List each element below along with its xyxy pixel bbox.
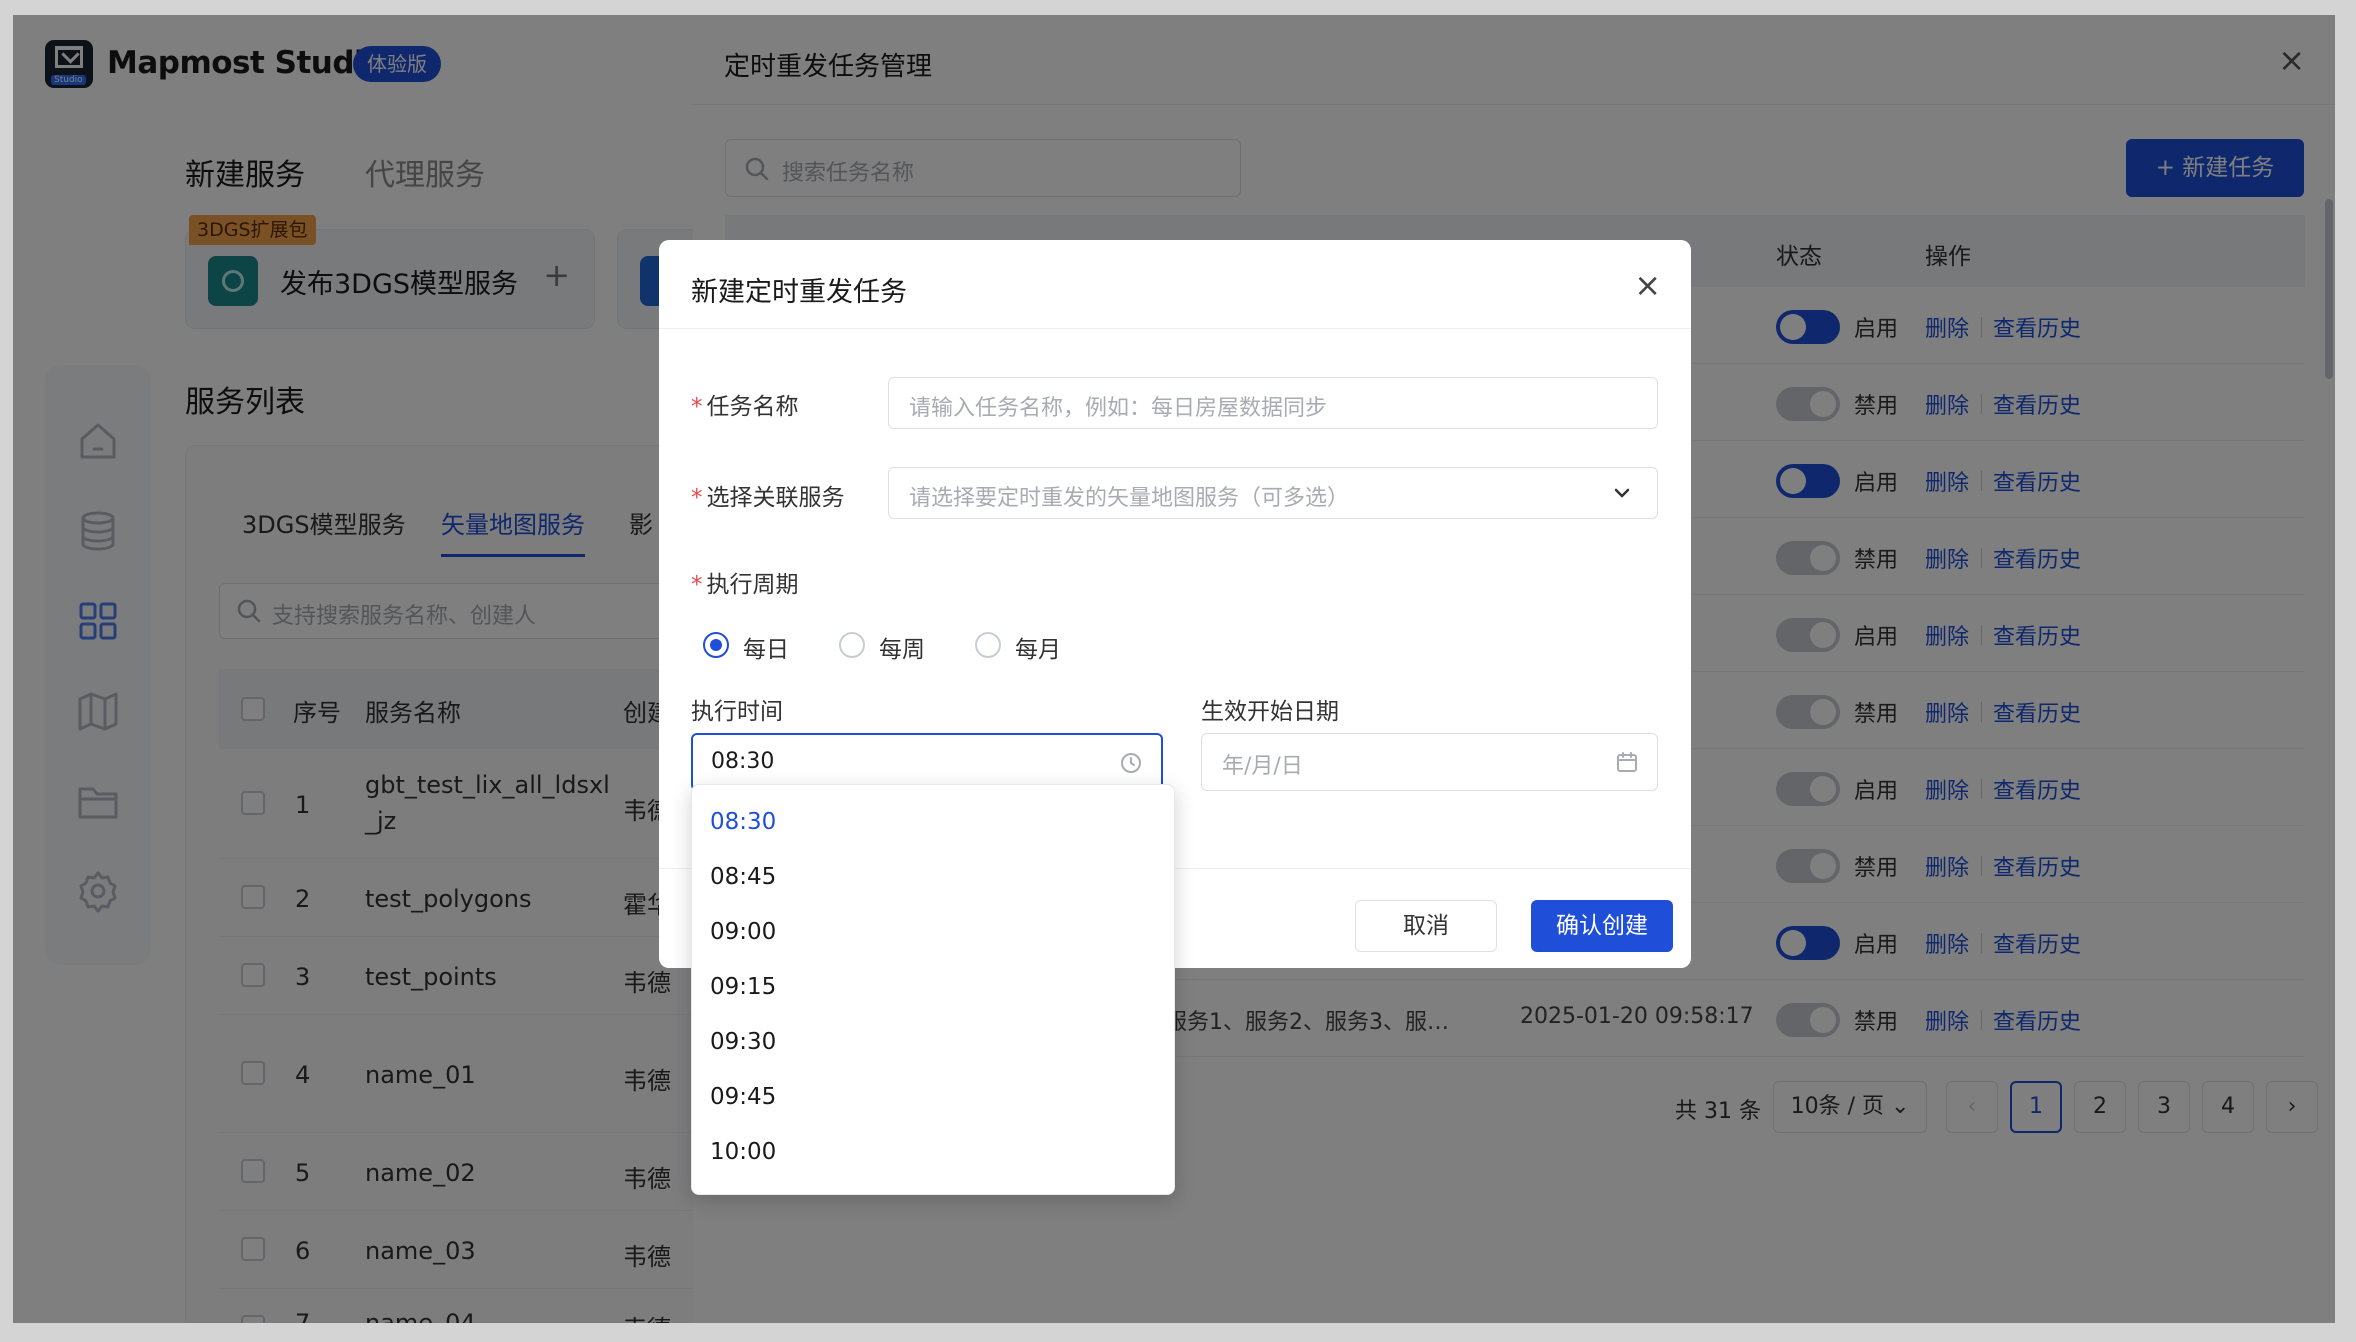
required-mark: *: [691, 572, 703, 598]
time-label: 执行时间: [691, 699, 783, 725]
cancel-button[interactable]: 取消: [1355, 900, 1497, 952]
radio-dot: [839, 632, 865, 658]
radio-dot: [975, 632, 1001, 658]
service-select[interactable]: 请选择要定时重发的矢量地图服务（可多选）: [888, 467, 1658, 519]
service-label-text: 选择关联服务: [706, 485, 845, 511]
modal-divider: [659, 328, 1691, 329]
required-mark: *: [691, 394, 703, 420]
time-option[interactable]: 10:00: [710, 1139, 776, 1165]
time-option[interactable]: 09:15: [710, 974, 776, 1000]
confirm-create-button[interactable]: 确认创建: [1531, 900, 1673, 952]
time-option[interactable]: 08:30: [710, 809, 776, 835]
chevron-down-icon: [1614, 488, 1630, 498]
task-name-input[interactable]: 请输入任务名称，例如：每日房屋数据同步: [888, 377, 1658, 429]
time-option[interactable]: 09:45: [710, 1084, 776, 1110]
period-monthly-label: 每月: [1015, 637, 1061, 663]
time-value: 08:30: [711, 749, 775, 774]
period-daily-label: 每日: [743, 637, 789, 663]
app-frame: Studio Mapmost Studio 体验版 新建服务 代理服务 发布3D…: [13, 15, 2335, 1323]
start-date-input[interactable]: 年/月/日: [1201, 733, 1658, 791]
time-option[interactable]: 09:30: [710, 1029, 776, 1055]
time-option[interactable]: 08:45: [710, 864, 776, 890]
period-label: * 执行周期: [691, 565, 799, 599]
date-placeholder: 年/月/日: [1222, 754, 1303, 779]
radio-dot: [703, 632, 729, 658]
left-overlay: [13, 15, 693, 1323]
modal-close-icon[interactable]: ×: [1634, 266, 1661, 304]
service-label: * 选择关联服务: [691, 478, 845, 512]
task-name-placeholder: 请输入任务名称，例如：每日房屋数据同步: [909, 396, 1328, 421]
task-name-label: * 任务名称: [691, 387, 799, 421]
time-option[interactable]: 09:00: [710, 919, 776, 945]
calendar-icon: [1617, 752, 1637, 772]
required-mark: *: [691, 485, 703, 511]
task-name-label-text: 任务名称: [706, 394, 799, 420]
service-placeholder: 请选择要定时重发的矢量地图服务（可多选）: [909, 486, 1350, 511]
period-weekly-label: 每周: [879, 637, 925, 663]
time-picker-input[interactable]: 08:30: [691, 733, 1163, 791]
period-label-text: 执行周期: [706, 572, 799, 598]
clock-icon: [1121, 753, 1141, 773]
modal-title: 新建定时重发任务: [691, 277, 907, 308]
time-options-dropdown: 08:30 08:45 09:00 09:15 09:30 09:45 10:0…: [691, 784, 1175, 1195]
date-label: 生效开始日期: [1201, 699, 1339, 725]
